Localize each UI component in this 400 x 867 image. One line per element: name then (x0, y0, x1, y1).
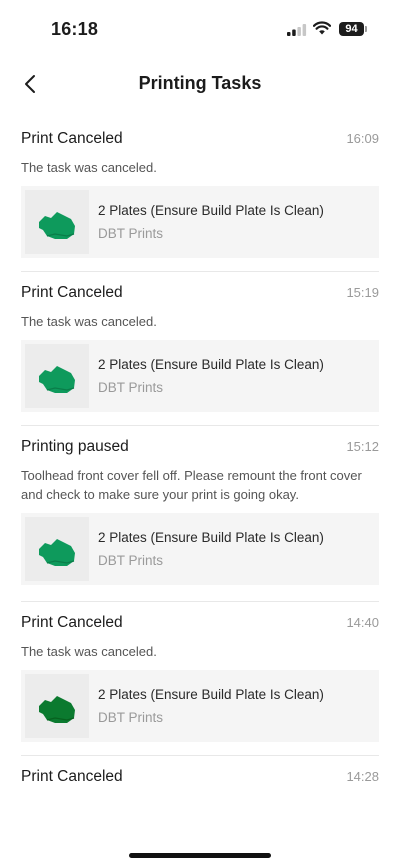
task-item[interactable]: Print Canceled 14:28 (21, 756, 379, 803)
model-thumbnail (25, 674, 89, 738)
file-source: DBT Prints (98, 552, 164, 568)
task-title: Print Canceled (21, 130, 123, 147)
file-name: 2 Plates (Ensure Build Plate Is Clean) (98, 529, 324, 545)
battery-cap (365, 26, 367, 32)
print-file-card[interactable]: 2 Plates (Ensure Build Plate Is Clean) D… (21, 670, 379, 742)
3d-model-icon (39, 366, 75, 393)
file-source: DBT Prints (98, 709, 164, 725)
3d-model-icon (39, 539, 75, 566)
print-file-card[interactable]: 2 Plates (Ensure Build Plate Is Clean) D… (21, 513, 379, 585)
task-header: Print Canceled 14:28 (21, 768, 379, 790)
file-source: DBT Prints (98, 225, 164, 241)
card-text: 2 Plates (Ensure Build Plate Is Clean) D… (98, 686, 324, 727)
file-name: 2 Plates (Ensure Build Plate Is Clean) (98, 202, 324, 218)
task-title: Print Canceled (21, 284, 123, 301)
card-text: 2 Plates (Ensure Build Plate Is Clean) D… (98, 356, 324, 397)
task-time: 16:09 (346, 131, 379, 146)
task-description: The task was canceled. (21, 160, 157, 175)
task-header: Printing paused 15:12 (21, 438, 379, 460)
task-header: Print Canceled 15:19 (21, 284, 379, 306)
task-time: 15:19 (346, 285, 379, 300)
nav-bar: Printing Tasks (0, 60, 400, 108)
task-title: Printing paused (21, 438, 129, 455)
task-item[interactable]: Print Canceled 15:19 The task was cancel… (21, 272, 379, 426)
page-title: Printing Tasks (138, 73, 262, 93)
task-header: Print Canceled 14:40 (21, 614, 379, 636)
task-description: The task was canceled. (21, 314, 157, 329)
file-source: DBT Prints (98, 379, 164, 395)
home-indicator[interactable] (129, 853, 271, 858)
3d-model-icon (39, 696, 75, 723)
task-time: 15:12 (346, 439, 379, 454)
model-thumbnail (25, 517, 89, 581)
task-item[interactable]: Printing paused 15:12 Toolhead front cov… (21, 426, 379, 602)
battery-level: 94 (339, 22, 364, 36)
task-description: Toolhead front cover fell off. Please re… (21, 468, 362, 502)
3d-model-icon (39, 212, 75, 239)
task-list: Print Canceled 16:09 The task was cancel… (0, 118, 400, 803)
battery-icon: 94 (339, 22, 367, 36)
screen: 16:18 94 Printing Tasks Print Canceled 1… (0, 0, 400, 867)
task-header: Print Canceled 16:09 (21, 130, 379, 152)
status-time: 16:18 (51, 19, 99, 39)
file-name: 2 Plates (Ensure Build Plate Is Clean) (98, 686, 324, 702)
task-title: Print Canceled (21, 614, 123, 631)
task-time: 14:28 (346, 769, 379, 784)
print-file-card[interactable]: 2 Plates (Ensure Build Plate Is Clean) D… (21, 186, 379, 258)
task-item[interactable]: Print Canceled 14:40 The task was cancel… (21, 602, 379, 756)
status-bar: 16:18 94 (0, 0, 400, 60)
task-title: Print Canceled (21, 768, 123, 785)
model-thumbnail (25, 344, 89, 408)
model-thumbnail (25, 190, 89, 254)
card-text: 2 Plates (Ensure Build Plate Is Clean) D… (98, 202, 324, 243)
task-time: 14:40 (346, 615, 379, 630)
wifi-icon (313, 21, 331, 35)
task-description: The task was canceled. (21, 644, 157, 659)
card-text: 2 Plates (Ensure Build Plate Is Clean) D… (98, 529, 324, 570)
task-item[interactable]: Print Canceled 16:09 The task was cancel… (21, 118, 379, 272)
print-file-card[interactable]: 2 Plates (Ensure Build Plate Is Clean) D… (21, 340, 379, 412)
file-name: 2 Plates (Ensure Build Plate Is Clean) (98, 356, 324, 372)
cellular-signal-icon (287, 24, 307, 36)
